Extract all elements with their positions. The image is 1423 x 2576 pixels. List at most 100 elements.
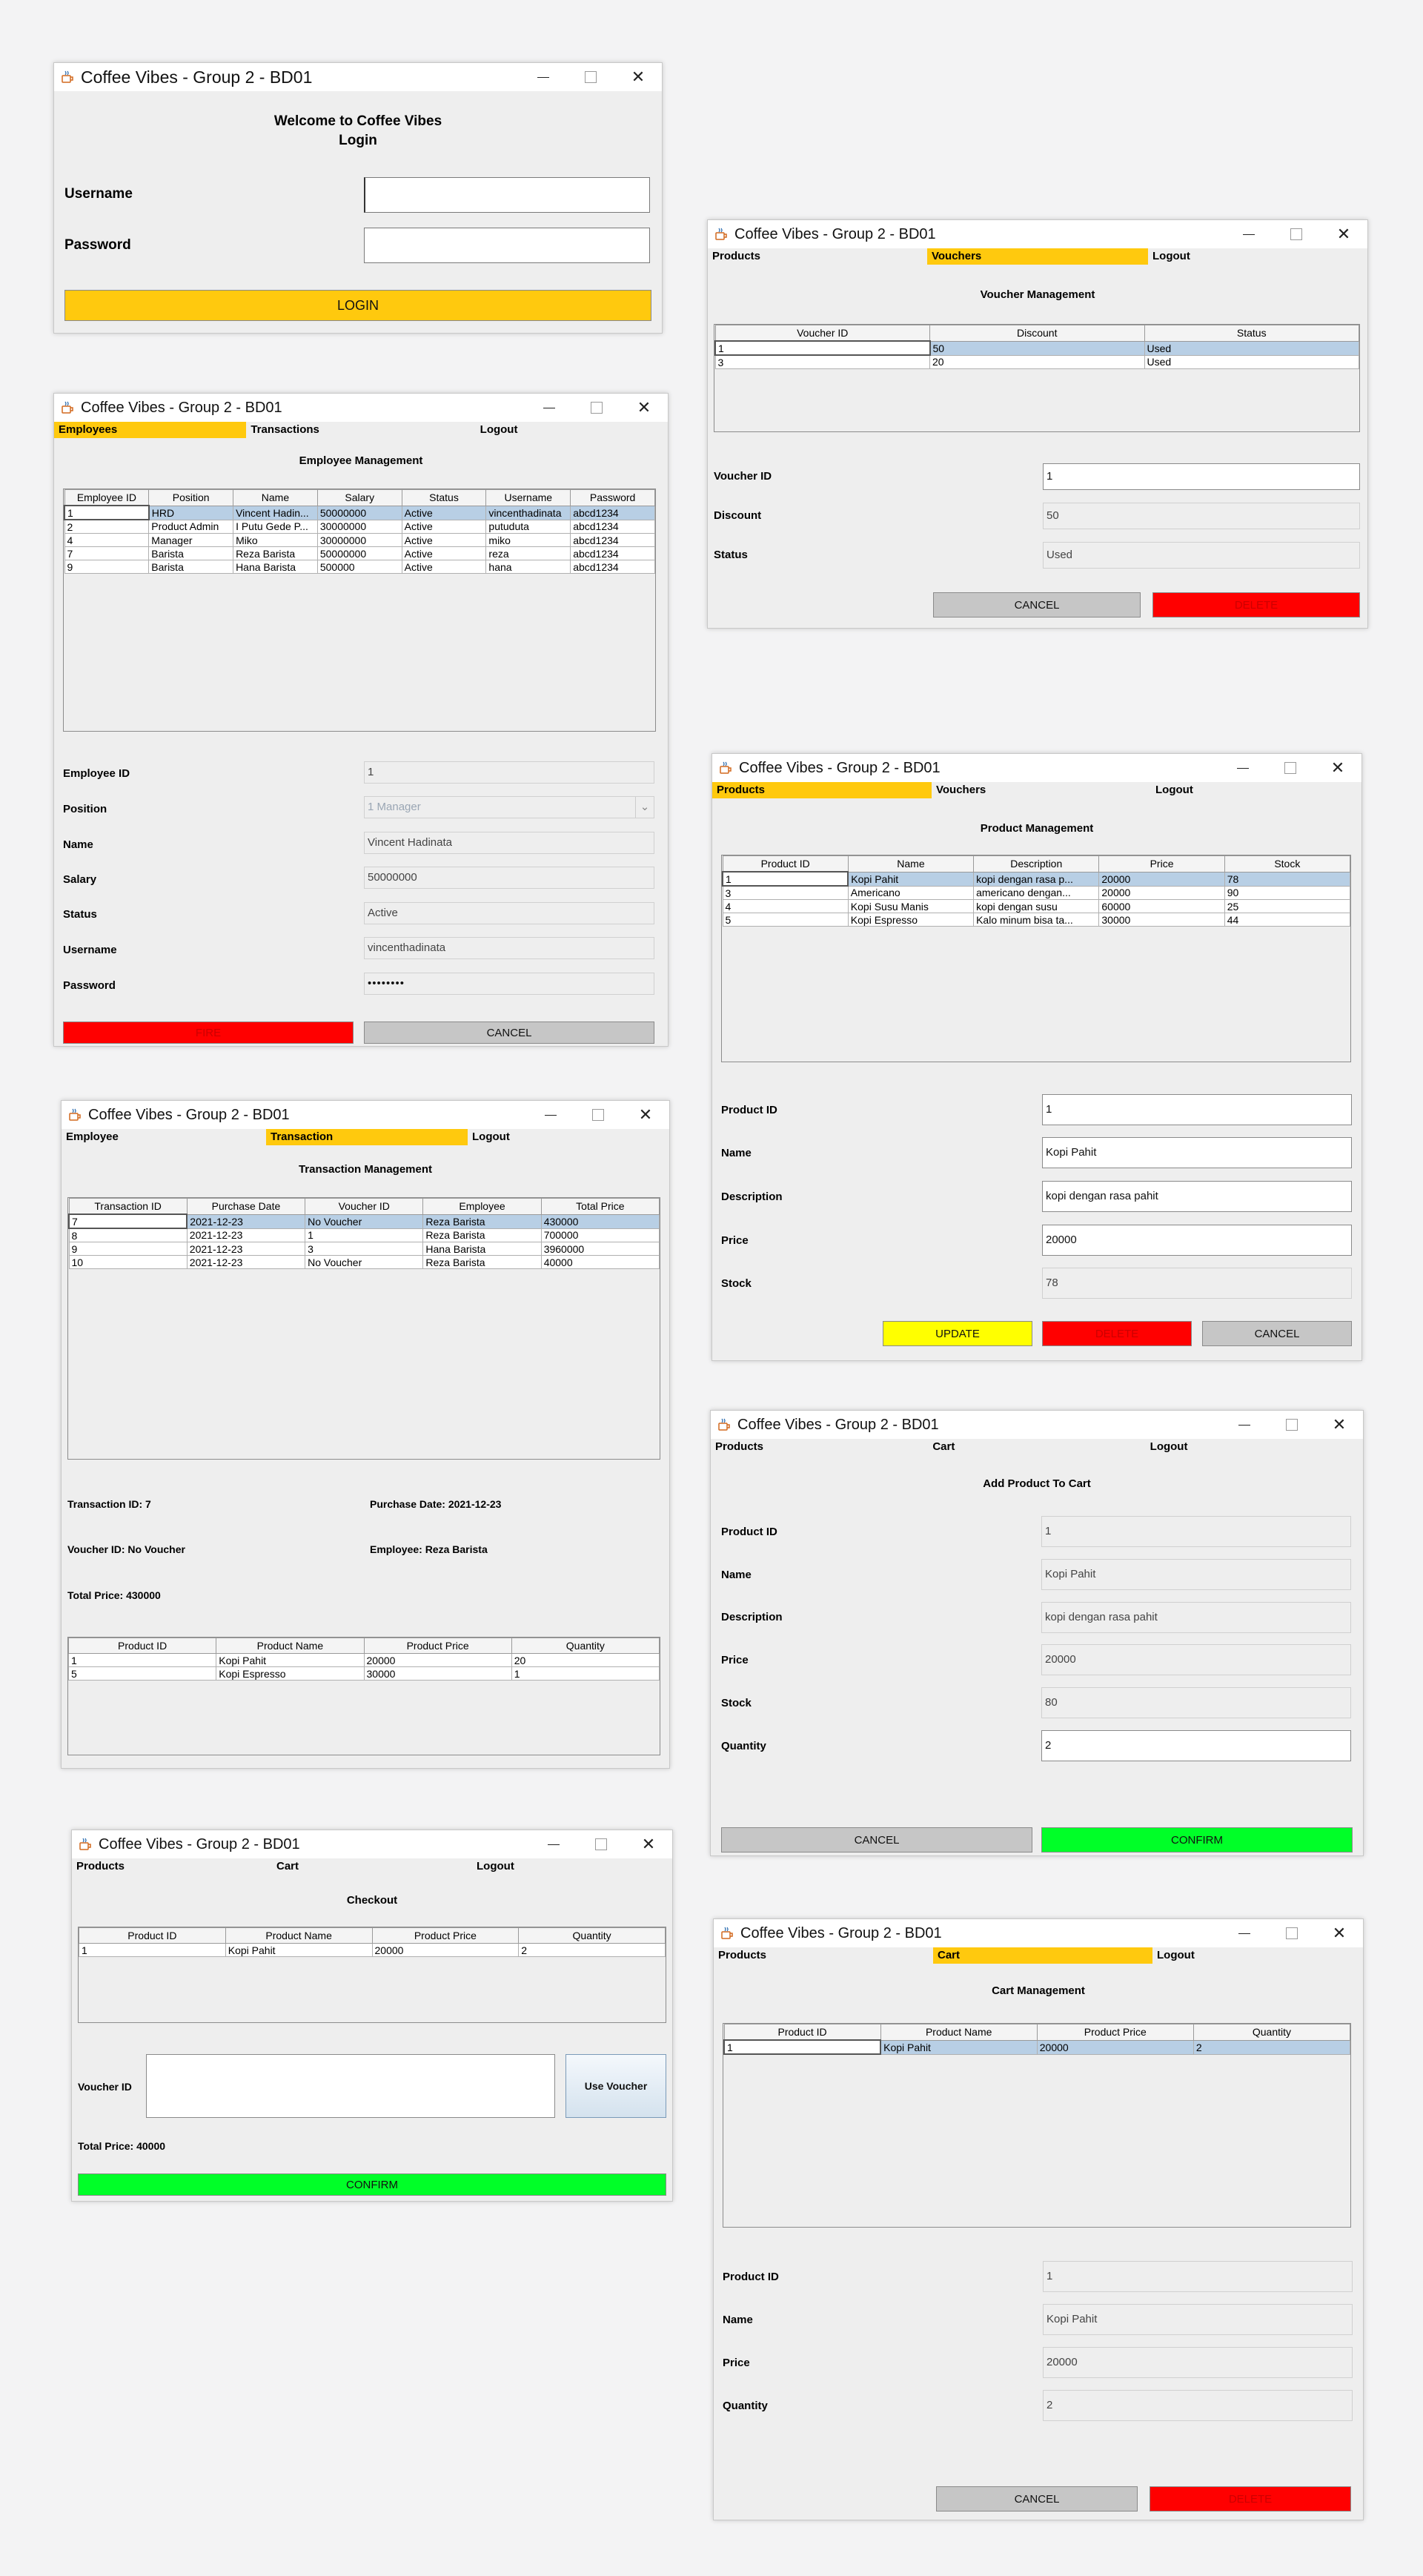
column-header[interactable]: Product Name [880, 2024, 1038, 2041]
table-cell[interactable]: 30000 [363, 1666, 512, 1681]
table-cell[interactable]: 2021-12-23 [186, 1213, 306, 1229]
table-cell[interactable]: No Voucher [305, 1213, 424, 1229]
column-header[interactable]: Name [233, 489, 318, 506]
table-cell[interactable]: 4 [64, 533, 150, 547]
table-cell[interactable]: 10 [68, 1255, 188, 1269]
table-cell[interactable]: 8 [68, 1228, 188, 1242]
table-cell[interactable]: abcd1234 [570, 533, 655, 547]
table-cell[interactable]: Product Admin [148, 519, 234, 534]
maximize-button[interactable] [1273, 220, 1320, 248]
table-row[interactable]: 1 50 Used [714, 340, 1359, 356]
maximize-button[interactable] [1268, 1411, 1316, 1439]
minimize-button[interactable] [1221, 1411, 1268, 1439]
position-select[interactable]: 1 Manager ⌄ [364, 796, 654, 818]
table-cell[interactable]: 1 [714, 340, 931, 356]
close-button[interactable]: ✕ [1316, 1411, 1363, 1439]
table-cell[interactable]: Kopi Espresso [847, 913, 975, 927]
update-button[interactable]: UPDATE [883, 1321, 1032, 1346]
column-header[interactable]: Total Price [540, 1198, 660, 1215]
table-cell[interactable]: putuduta [485, 519, 571, 534]
table-cell[interactable]: 3 [722, 885, 849, 900]
column-header[interactable]: Status [1144, 325, 1359, 342]
table-cell[interactable]: 30000000 [316, 519, 402, 534]
column-header[interactable]: Discount [929, 325, 1145, 342]
table-cell[interactable]: abcd1234 [570, 546, 655, 560]
column-header[interactable]: Transaction ID [68, 1198, 188, 1215]
product-table[interactable]: Product ID Name Description Price Stock … [721, 855, 1351, 1062]
table-cell[interactable]: Active [401, 505, 487, 520]
column-header[interactable]: Product Name [216, 1638, 365, 1654]
table-row[interactable]: 7 2021-12-23 No Voucher Reza Barista 430000 [68, 1213, 660, 1229]
table-cell[interactable]: Kopi Espresso [216, 1666, 365, 1681]
table-cell[interactable]: 2021-12-23 [186, 1242, 306, 1256]
table-row[interactable]: 5 Kopi Espresso 30000 1 [68, 1666, 660, 1681]
table-cell[interactable]: Reza Barista [422, 1228, 542, 1242]
menu-transaction[interactable]: Transaction [266, 1129, 468, 1145]
table-cell[interactable]: 60000 [1098, 899, 1225, 913]
column-header[interactable]: Username [485, 489, 571, 506]
table-cell[interactable]: 3 [714, 354, 930, 369]
name-field[interactable]: Vincent Hadinata [364, 832, 654, 854]
table-row[interactable]: 7 Barista Reza Barista 50000000 Active reza ab… [64, 546, 655, 560]
table-row[interactable]: 1 Kopi Pahit 20000 2 [79, 1943, 666, 1957]
minimize-button[interactable] [530, 1830, 577, 1858]
menu-employee[interactable]: Employee [62, 1129, 266, 1145]
table-cell[interactable]: 7 [64, 546, 150, 560]
table-cell[interactable]: Americano [847, 885, 975, 900]
menu-logout[interactable]: Logout [1148, 248, 1367, 265]
table-row[interactable]: 3 20 Used [714, 354, 1359, 369]
menu-cart[interactable]: Cart [933, 1947, 1152, 1964]
table-cell[interactable]: Kopi Pahit [880, 2039, 1038, 2055]
column-header[interactable]: Product ID [79, 1927, 226, 1944]
quantity-input[interactable]: 2 [1041, 1730, 1351, 1761]
column-header[interactable]: Name [847, 855, 975, 873]
table-cell[interactable]: Hana Barista [233, 560, 318, 574]
table-cell[interactable]: Reza Barista [422, 1213, 542, 1229]
voucher-id-input[interactable] [146, 2054, 555, 2118]
table-cell[interactable]: 1 [79, 1943, 226, 1957]
table-cell[interactable]: hana [485, 560, 571, 574]
checkout-table[interactable]: Product ID Product Name Product Price Qu… [78, 1927, 666, 2023]
column-header[interactable]: Product Price [363, 1638, 512, 1654]
table-row[interactable]: 1 Kopi Pahit 20000 20 [68, 1653, 660, 1667]
cart-table[interactable]: Product ID Product Name Product Price Qu… [723, 2023, 1351, 2228]
column-header[interactable]: Stock [1224, 855, 1350, 873]
table-cell[interactable]: abcd1234 [570, 519, 655, 534]
table-cell[interactable]: Miko [233, 533, 318, 547]
menu-vouchers[interactable]: Vouchers [927, 248, 1148, 265]
table-cell[interactable]: abcd1234 [570, 560, 655, 574]
table-cell[interactable]: 5 [68, 1666, 217, 1681]
menu-products[interactable]: Products [711, 1439, 928, 1455]
column-header[interactable]: Position [148, 489, 234, 506]
table-cell[interactable]: 2 [1193, 2039, 1350, 2055]
table-cell[interactable]: 50000000 [316, 546, 402, 560]
table-cell[interactable]: 50 [929, 340, 1145, 356]
quantity-field[interactable]: 2 [1043, 2390, 1353, 2421]
column-header[interactable]: Salary [316, 489, 402, 506]
maximize-button[interactable] [1268, 1919, 1316, 1947]
product-id-field[interactable]: 1 [1042, 1094, 1352, 1125]
confirm-button[interactable]: CONFIRM [78, 2173, 666, 2196]
menu-logout[interactable]: Logout [439, 422, 668, 438]
table-cell[interactable]: 7 [68, 1213, 188, 1229]
status-field[interactable]: Active [364, 902, 654, 924]
employee-table[interactable]: Employee ID Position Name Salary Status … [63, 489, 656, 732]
maximize-button[interactable] [573, 394, 620, 422]
column-header[interactable]: Product Name [225, 1927, 373, 1944]
price-field[interactable]: 20000 [1042, 1225, 1352, 1256]
table-row[interactable]: 1 HRD Vincent Hadin... 50000000 Active vincen… [64, 505, 655, 520]
column-header[interactable]: Status [401, 489, 487, 506]
table-cell[interactable]: 2021-12-23 [186, 1255, 306, 1269]
username-field[interactable]: vincenthadinata [364, 937, 654, 959]
table-cell[interactable]: reza [485, 546, 571, 560]
close-button[interactable]: ✕ [1316, 1919, 1363, 1947]
table-cell[interactable]: 9 [68, 1242, 188, 1256]
table-cell[interactable]: 5 [722, 913, 849, 927]
table-cell[interactable]: 30000 [1098, 913, 1225, 927]
password-input[interactable] [364, 228, 650, 263]
column-header[interactable]: Employee [422, 1198, 542, 1215]
table-cell[interactable]: 90 [1224, 885, 1350, 900]
minimize-button[interactable] [525, 394, 573, 422]
column-header[interactable]: Purchase Date [186, 1198, 306, 1215]
password-field[interactable]: •••••••• [364, 973, 654, 995]
